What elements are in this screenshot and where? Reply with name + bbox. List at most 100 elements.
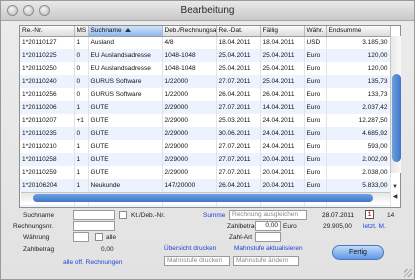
table-cell: 30.06.2011	[216, 127, 261, 140]
table-cell: 441,14	[326, 205, 391, 207]
sort-ascending-icon	[124, 28, 131, 33]
table-cell: 0	[74, 127, 89, 140]
column-header-endsumme[interactable]: Endsumme	[326, 26, 391, 37]
table-row[interactable]: 1*20110259 1 GUTE 2/29000 27.07.2011 20.04.20…	[20, 166, 391, 179]
table-cell: 1*20110244	[20, 205, 75, 207]
table-row[interactable]: 1*20110240 0 GURUS Software 1/22000 27.07.20…	[20, 75, 391, 88]
table-cell: 25.03.2011	[216, 114, 261, 127]
zahl-art-input[interactable]	[255, 232, 281, 242]
table-cell: 1	[74, 179, 89, 192]
table-cell: 3.185,30	[326, 36, 391, 49]
table-row[interactable]: 1*20110206 1 GUTE 2/29000 27.07.2011 14.04.20…	[20, 101, 391, 114]
mahnstufe-aendern-field[interactable]: Mahnstufe ändern	[233, 256, 299, 266]
table-cell: 1*20110259	[20, 166, 75, 179]
table-cell: 14.04.2011	[260, 101, 305, 114]
table-row[interactable]: 1*20110235 0 GUTE 2/29000 30.06.2011 24.04.20…	[20, 127, 391, 140]
suchname-input[interactable]	[73, 210, 115, 220]
table-cell: Euro	[304, 179, 327, 192]
column-header-re-nr[interactable]: Re.-Nr.	[20, 26, 75, 37]
zahl-art-label: Zahl-Art	[229, 234, 253, 241]
table-cell: Euro	[304, 114, 327, 127]
table-row[interactable]: 1*20110225 0 EU Auslandsadresse 1048-1048 25…	[20, 49, 391, 62]
column-header-suchname[interactable]: Suchname	[88, 26, 163, 37]
table-cell: Euro	[304, 205, 327, 207]
table-cell: Neukunde	[88, 179, 163, 192]
table-cell: 1*20110225	[20, 49, 75, 62]
table-cell: 1	[74, 36, 89, 49]
table-row[interactable]: 1*20110207 +1 GUTE 2/29000 25.03.2011 24.04.2…	[20, 114, 391, 127]
zahlbetrag-input[interactable]: 0,00	[255, 221, 281, 231]
table-cell: USD	[304, 36, 327, 49]
table-cell: 2/29000	[162, 114, 217, 127]
scroll-down-arrow-icon[interactable]: ▼	[390, 182, 400, 192]
table-row[interactable]: 1*20110210 1 GUTE 2/29000 27.07.2011 24.04.20…	[20, 140, 391, 153]
zahlbetrag-filter-value: 0,00	[101, 246, 114, 253]
alle-offenen-rechnungen-link[interactable]: alle off. Rechnungen	[63, 259, 123, 266]
column-header-faellig[interactable]: Fällig	[260, 26, 305, 37]
horizontal-scroll-thumb[interactable]	[33, 194, 373, 202]
summe-button[interactable]: Summe	[203, 212, 225, 219]
table-row[interactable]: 1*20110250 0 EU Auslandsadresse 1048-1048 25…	[20, 62, 391, 75]
rechnungsnr-label: Rechnungsnr.	[13, 223, 54, 230]
table-cell: GURUS Software	[88, 88, 163, 101]
date-count: 14	[387, 212, 395, 219]
table-cell: Euro	[304, 75, 327, 88]
table-cell: 26.04.2011	[216, 179, 261, 192]
rechnung-ausgleichen-field[interactable]: Rechnung ausgleichen	[229, 210, 307, 220]
table-row[interactable]: 1*20110256 0 GURUS Software 1/22000 26.04.20…	[20, 88, 391, 101]
alle-checkbox[interactable]	[95, 233, 103, 241]
title-bar[interactable]: Bearbeitung	[1, 1, 414, 21]
bearbeitung-window: Bearbeitung Re.-Nr. MS Suchname Deb./Rec…	[0, 0, 415, 280]
table-cell: Ausland	[88, 36, 163, 49]
table-row[interactable]: 1*20106204 1 Neukunde 147/20000 26.04.2011 20…	[20, 179, 391, 192]
table-cell: 25.04.2011	[216, 62, 261, 75]
table-row[interactable]: 1*201102440SCHLECHTE3/327.07.201130.05.2…	[20, 205, 391, 207]
calendar-icon[interactable]: 1	[365, 210, 374, 219]
uebersicht-drucken-button[interactable]: Übersicht drucken	[164, 245, 216, 252]
letzt-m-link[interactable]: letzt. M.	[363, 223, 386, 230]
table-cell: 2.038,00	[326, 166, 391, 179]
table-cell: 2.002,09	[326, 153, 391, 166]
column-header-waehrung[interactable]: Währ.	[304, 26, 327, 37]
table-cell: 1*20110210	[20, 140, 75, 153]
table-cell: 4.685,92	[326, 127, 391, 140]
table-cell: 25.04.2011	[260, 75, 305, 88]
fertig-button[interactable]: Fertig	[332, 245, 384, 260]
table-cell: 1/22000	[162, 75, 217, 88]
table-cell: 20.04.2011	[260, 179, 305, 192]
mahnstufe-drucken-field[interactable]: Mahnstufe drucken	[164, 256, 230, 266]
kto-deb-label: Kt./Deb.-Nr.	[131, 212, 165, 219]
column-header-deb-anschrift[interactable]: Deb./Rechnungsanschrift	[162, 26, 217, 37]
table-cell: 27.07.2011	[216, 75, 261, 88]
vertical-scroll-thumb[interactable]	[392, 74, 401, 162]
table-cell: 120,00	[326, 49, 391, 62]
table-row[interactable]: 1*20110258 1 GUTE 2/29000 27.07.2011 20.04.20…	[20, 153, 391, 166]
table-cell: Euro	[304, 49, 327, 62]
table-cell: 1*20110127	[20, 36, 75, 49]
vertical-scrollbar[interactable]	[390, 36, 401, 173]
alle-label: alle	[106, 234, 117, 241]
table-cell: 120,00	[326, 62, 391, 75]
table-cell: 0	[74, 75, 89, 88]
table-cell: 2/29000	[162, 101, 217, 114]
scroll-left-arrow-icon[interactable]: ◀	[390, 192, 400, 202]
table-cell: 2.037,42	[326, 101, 391, 114]
table-cell: GUTE	[88, 166, 163, 179]
column-header-re-dat[interactable]: Re.-Dat.	[216, 26, 261, 37]
table-cell: 18.04.2011	[260, 36, 305, 49]
table-cell: 4/8	[162, 36, 217, 49]
column-header-suchname-label: Suchname	[90, 27, 122, 35]
horizontal-scrollbar[interactable]	[21, 192, 390, 202]
resize-handle-icon[interactable]	[404, 269, 412, 277]
kto-deb-checkbox[interactable]	[119, 211, 127, 219]
column-header-ms[interactable]: MS	[74, 26, 89, 37]
mahnstufe-aktualisieren-button[interactable]: Mahnstufe aktualisieren	[234, 245, 303, 252]
table-cell: 20.04.2011	[260, 153, 305, 166]
rechnungsnr-input[interactable]	[73, 221, 115, 231]
table-row[interactable]: 1*20110127 1 Ausland 4/8 18.04.2011 18.04.201…	[20, 36, 391, 49]
table-cell: 1	[74, 166, 89, 179]
waehrung-input[interactable]	[73, 232, 89, 242]
zahlbetrag-label: Zahlbetrag	[227, 223, 259, 230]
table-body: 1*20110127 1 Ausland 4/8 18.04.2011 18.04.201…	[20, 36, 391, 207]
zahlbetrag-filter-label: Zahlbetrag	[23, 246, 55, 253]
